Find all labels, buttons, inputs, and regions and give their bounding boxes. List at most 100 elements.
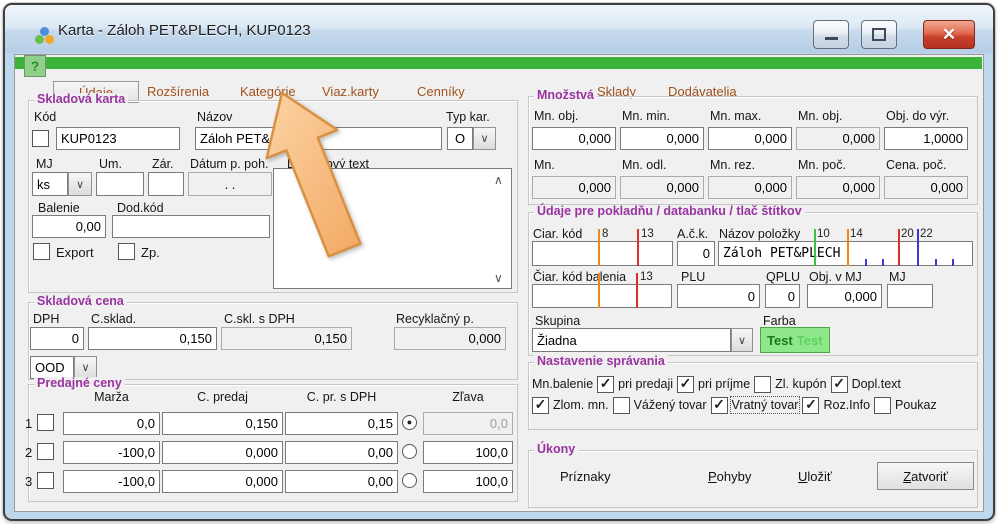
- barcode-marker-13-line: [637, 229, 639, 266]
- roz-info-checkbox[interactable]: ✓: [802, 397, 819, 414]
- zp-checkbox[interactable]: [118, 243, 135, 260]
- predaj-header: C. predaj: [162, 391, 283, 404]
- tab-rozsirenia[interactable]: Rozšírenia: [147, 84, 209, 99]
- name-tick: [882, 259, 884, 266]
- help-icon: ?: [31, 58, 40, 74]
- price-row1-checkbox[interactable]: [37, 414, 54, 431]
- obj-v-mj-field[interactable]: 0,000: [807, 284, 882, 308]
- mj2-field[interactable]: [887, 284, 933, 308]
- zlava-field-2[interactable]: 100,0: [423, 441, 513, 464]
- tab-cenniky[interactable]: Cenníky: [417, 84, 465, 99]
- dodkod-field[interactable]: [112, 215, 270, 238]
- minimize-icon: [825, 37, 838, 40]
- vratny-tovar-checkbox[interactable]: ✓: [711, 397, 728, 414]
- zlom-mn-checkbox[interactable]: ✓: [532, 397, 549, 414]
- zl-kupon-label: Zl. kupón: [775, 377, 826, 391]
- price-row2-radio[interactable]: [402, 444, 417, 459]
- sdph-header: C. pr. s DPH: [285, 391, 398, 404]
- mn-rez-label: Mn. rez.: [710, 159, 755, 172]
- mn-max-field[interactable]: 0,000: [708, 127, 792, 150]
- ciar-kod-balenia-field[interactable]: [532, 284, 672, 308]
- marza-field-3[interactable]: -100,0: [63, 470, 160, 493]
- obj-do-vyr-field[interactable]: 1,0000: [884, 127, 968, 150]
- plu-field[interactable]: 0: [677, 284, 760, 308]
- marker-22-label: 22: [920, 228, 933, 240]
- sdph-field-2[interactable]: 0,00: [285, 441, 398, 464]
- app-icon: [35, 27, 55, 45]
- qplu-label: QPLU: [766, 271, 800, 284]
- dph-field[interactable]: 0: [30, 327, 84, 350]
- price-row1-radio[interactable]: ●: [402, 415, 417, 430]
- dopl-text-checkbox[interactable]: ✓: [831, 376, 848, 393]
- dopl-text-label: Dopl.text: [852, 377, 901, 391]
- zl-kupon-checkbox[interactable]: [754, 376, 771, 393]
- um-field[interactable]: [96, 172, 144, 196]
- farba-test-text: Test: [767, 333, 793, 348]
- zlom-mn-label: Zlom. mn.: [553, 398, 609, 412]
- mj2-label: MJ: [889, 271, 906, 284]
- predaj-field-2[interactable]: 0,000: [162, 441, 283, 464]
- price-row-num: 2: [25, 446, 32, 459]
- group-pokladna-caption: Údaje pre pokladňu / databanku / tlač št…: [534, 205, 805, 218]
- nazov-label: Názov: [197, 111, 232, 124]
- skupina-field[interactable]: Žiadna: [532, 328, 731, 352]
- mn-obj-field[interactable]: 0,000: [532, 127, 616, 150]
- um-label: Um.: [99, 158, 122, 171]
- ciar-kod-field[interactable]: [532, 241, 673, 266]
- datum-field: . .: [188, 172, 272, 196]
- mn-min-label: Mn. min.: [622, 110, 670, 123]
- pohyby-button[interactable]: Pohyby: [708, 469, 751, 484]
- balenie-label: Balenie: [38, 202, 80, 215]
- pri-prijme-checkbox[interactable]: ✓: [677, 376, 694, 393]
- help-button[interactable]: ?: [24, 55, 46, 77]
- kod-field[interactable]: KUP0123: [56, 127, 180, 150]
- close-button[interactable]: ✕: [923, 20, 975, 49]
- kod-checkbox[interactable]: [32, 130, 49, 147]
- close-icon: ✕: [942, 25, 956, 45]
- price-row2-checkbox[interactable]: [37, 443, 54, 460]
- mn-min-field[interactable]: 0,000: [620, 127, 704, 150]
- ulozit-button[interactable]: Uložiť: [798, 469, 832, 484]
- mj-field[interactable]: ks: [32, 172, 68, 196]
- predaj-field-1[interactable]: 0,150: [162, 412, 283, 435]
- qplu-field[interactable]: 0: [765, 284, 800, 308]
- typ-kar-field[interactable]: O: [447, 127, 473, 150]
- priznaky-button[interactable]: Príznaky: [560, 469, 611, 484]
- plu-label: PLU: [681, 271, 705, 284]
- mn-obj2-field: 0,000: [796, 127, 880, 150]
- scroll-down-icon[interactable]: ∨: [494, 272, 503, 284]
- zar-field[interactable]: [148, 172, 184, 196]
- skupina-dropdown[interactable]: ∨: [731, 328, 753, 352]
- typ-kar-dropdown[interactable]: ∨: [473, 127, 496, 150]
- minimize-button[interactable]: [813, 20, 849, 49]
- price-row3-radio[interactable]: [402, 473, 417, 488]
- poukaz-checkbox[interactable]: [874, 397, 891, 414]
- export-checkbox[interactable]: [33, 243, 50, 260]
- doplnkovy-text-area[interactable]: [273, 168, 512, 289]
- zatvorit-button[interactable]: Zatvoriť: [877, 462, 974, 490]
- kod-label: Kód: [34, 111, 56, 124]
- ack-field[interactable]: 0: [677, 241, 715, 266]
- sdph-field-3[interactable]: 0,00: [285, 470, 398, 493]
- tab-kategorie[interactable]: Kategórie: [240, 84, 296, 99]
- spravanie-row-2: ✓ Zlom. mn. Vážený tovar ✓ Vratný tovar …: [532, 396, 937, 414]
- farba-test-button[interactable]: Test Test: [760, 327, 830, 353]
- mj-dropdown[interactable]: ∨: [68, 172, 92, 196]
- vazeny-tovar-checkbox[interactable]: [613, 397, 630, 414]
- predaj-field-3[interactable]: 0,000: [162, 470, 283, 493]
- csklad-field[interactable]: 0,150: [88, 327, 217, 350]
- tab-viazkarty[interactable]: Viaz.karty: [322, 84, 379, 99]
- pri-prijme-label: pri príjme: [698, 377, 750, 391]
- zlava-field-3[interactable]: 100,0: [423, 470, 513, 493]
- pri-predaji-checkbox[interactable]: ✓: [597, 376, 614, 393]
- price-row3-checkbox[interactable]: [37, 472, 54, 489]
- nazov-field[interactable]: Záloh PET&PLECH: [195, 127, 442, 150]
- balenie-field[interactable]: 0,00: [32, 215, 106, 238]
- mn-odl-field: 0,000: [620, 176, 704, 199]
- marza-field-2[interactable]: -100,0: [63, 441, 160, 464]
- spravanie-row-1: Mn.balenie ✓ pri predaji ✓ pri príjme Zl…: [532, 375, 901, 393]
- maximize-button[interactable]: [861, 20, 897, 49]
- marza-field-1[interactable]: 0,0: [63, 412, 160, 435]
- scroll-up-icon[interactable]: ∧: [494, 174, 503, 186]
- sdph-field-1[interactable]: 0,15: [285, 412, 398, 435]
